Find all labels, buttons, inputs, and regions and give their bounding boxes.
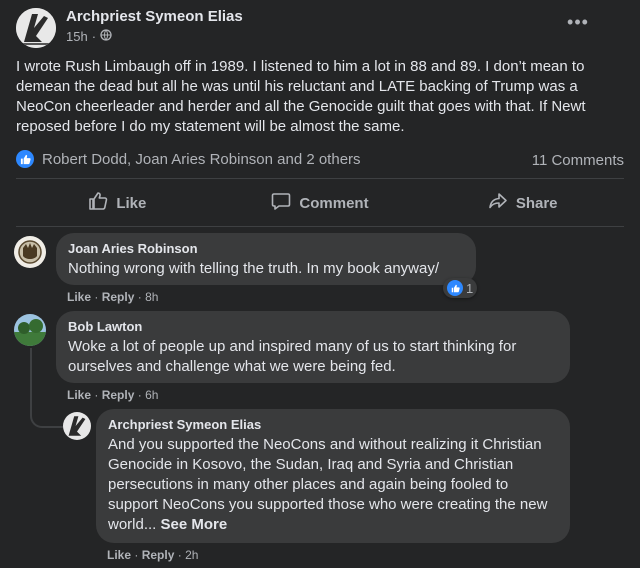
comment-label: Comment (299, 194, 369, 212)
comment-button[interactable]: Comment (219, 186, 422, 220)
separator: · (137, 388, 142, 402)
see-more-link[interactable]: See More (161, 516, 228, 533)
divider (16, 226, 624, 227)
separator: · (137, 290, 142, 304)
comment-author[interactable]: Archpriest Symeon Elias (108, 417, 558, 432)
comment-bubble: Joan Aries Robinson Nothing wrong with t… (56, 233, 476, 285)
reaction-count: 1 (466, 280, 474, 296)
comment-text: And you supported the NeoCons and withou… (108, 435, 558, 535)
comment-time[interactable]: 8h (145, 290, 158, 304)
separator: · (94, 290, 99, 304)
globe-icon (100, 29, 112, 44)
like-reaction-icon (16, 150, 34, 168)
thumbs-up-icon (88, 191, 108, 215)
comments-count-link[interactable]: 11 Comments (532, 152, 624, 169)
thread-connector (30, 348, 64, 428)
comment-reaction-chip[interactable]: 1 (443, 278, 478, 298)
separator: · (134, 548, 139, 562)
comment-actions: Like · Reply · 2h (107, 548, 198, 562)
post-timestamp[interactable]: 15h (66, 29, 88, 44)
divider (16, 178, 624, 179)
post-action-bar: Like Comment Share (16, 186, 624, 220)
share-label: Share (515, 194, 558, 212)
separator: · (177, 548, 182, 562)
comment-author[interactable]: Bob Lawton (68, 319, 558, 334)
share-button[interactable]: Share (421, 186, 624, 220)
comment-bubble-icon (271, 191, 291, 215)
comment-text: Nothing wrong with telling the truth. In… (68, 260, 440, 277)
like-reaction-icon (447, 280, 463, 296)
comment-actions: Like · Reply · 6h (67, 388, 158, 402)
comment-actions: Like · Reply · 8h (67, 290, 158, 304)
post-meta: 15h · (66, 29, 112, 44)
post-author-name[interactable]: Archpriest Symeon Elias (66, 8, 243, 25)
comment-time[interactable]: 6h (145, 388, 158, 402)
meta-separator: · (91, 29, 97, 44)
like-label: Like (116, 194, 147, 212)
reactions-names[interactable]: Robert Dodd, Joan Aries Robinson and 2 o… (42, 151, 361, 168)
comment-time[interactable]: 2h (185, 548, 198, 562)
separator: · (94, 388, 99, 402)
comment-like-link[interactable]: Like (107, 548, 131, 562)
comment-bubble: Archpriest Symeon Elias And you supporte… (96, 409, 570, 543)
commenter-avatar[interactable] (14, 236, 46, 268)
like-button[interactable]: Like (16, 186, 219, 220)
more-options-icon[interactable]: ••• (563, 10, 593, 40)
comment-like-link[interactable]: Like (67, 290, 91, 304)
comment-bubble: Bob Lawton Woke a lot of people up and i… (56, 311, 570, 383)
comment-reply-link[interactable]: Reply (102, 290, 135, 304)
commenter-avatar[interactable] (63, 412, 91, 440)
comment-author[interactable]: Joan Aries Robinson (68, 241, 464, 256)
comment-reply-link[interactable]: Reply (102, 388, 135, 402)
post-body-text: I wrote Rush Limbaugh off in 1989. I lis… (16, 58, 586, 135)
share-arrow-icon (488, 191, 508, 215)
comment-text: Woke a lot of people up and inspired man… (68, 338, 517, 375)
comment-reply-link[interactable]: Reply (142, 548, 175, 562)
reactions-summary[interactable]: Robert Dodd, Joan Aries Robinson and 2 o… (16, 150, 361, 168)
commenter-avatar[interactable] (14, 314, 46, 346)
author-avatar[interactable] (16, 8, 56, 48)
comment-like-link[interactable]: Like (67, 388, 91, 402)
